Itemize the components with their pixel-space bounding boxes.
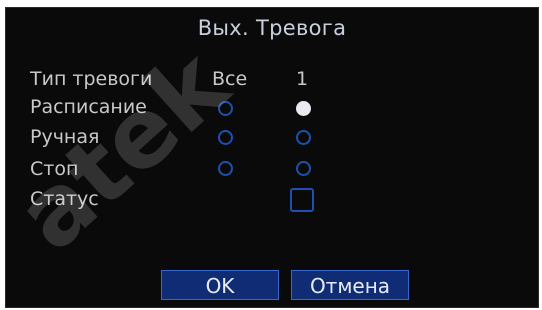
stop-all-radio[interactable]: [218, 161, 233, 176]
alarm-output-dialog: Вых. Тревога Тип тревоги Все 1 Расписани…: [5, 7, 539, 308]
row-label-schedule: Расписание: [30, 96, 147, 118]
manual-channel-1-radio[interactable]: [296, 130, 311, 145]
row-label-stop: Стоп: [30, 158, 79, 180]
schedule-channel-1-radio[interactable]: [296, 101, 311, 116]
schedule-all-radio[interactable]: [218, 101, 233, 116]
ok-button[interactable]: OK: [161, 270, 279, 300]
dialog-title: Вых. Тревога: [197, 16, 347, 40]
column-header-channel-1: 1: [296, 68, 309, 90]
status-channel-1-checkbox[interactable]: [290, 188, 314, 212]
row-label-manual: Ручная: [30, 126, 100, 148]
cancel-button[interactable]: Отмена: [291, 270, 409, 300]
row-label-alarm-type: Тип тревоги: [30, 68, 153, 90]
manual-all-radio[interactable]: [218, 130, 233, 145]
row-label-status: Статус: [30, 188, 99, 210]
stop-channel-1-radio[interactable]: [296, 161, 311, 176]
column-header-all: Все: [212, 68, 248, 90]
